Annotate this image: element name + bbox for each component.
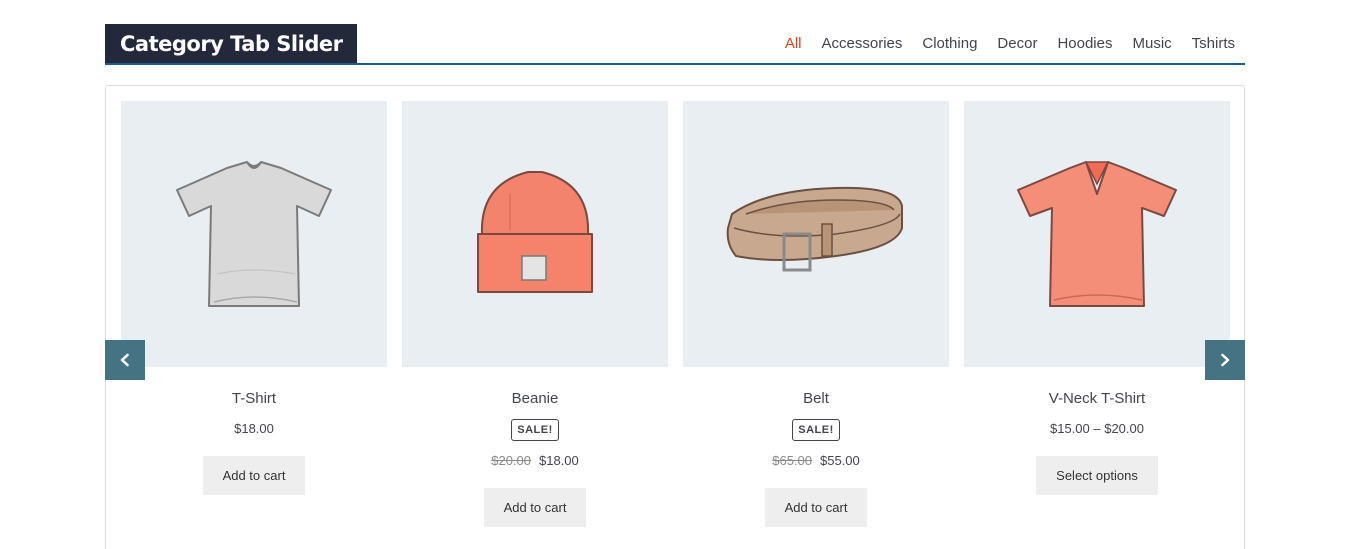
product-price: $20.00 $18.00 (402, 451, 668, 471)
section-title-box: Category Tab Slider (105, 24, 358, 63)
tab-clothing[interactable]: Clothing (912, 24, 987, 63)
current-price: $18.00 (539, 453, 579, 468)
section-title: Category Tab Slider (120, 31, 343, 56)
original-price: $65.00 (772, 453, 812, 468)
product-card: Beanie SALE! $20.00 $18.00 Add to cart (402, 101, 668, 527)
product-image[interactable] (683, 101, 949, 367)
sale-badge: SALE! (511, 419, 559, 441)
category-tabs: All Accessories Clothing Decor Hoodies M… (774, 24, 1245, 65)
product-slider: T-Shirt $18.00 Add to cart Beanie SALE! … (105, 85, 1245, 549)
select-options-button[interactable]: Select options (1036, 456, 1158, 495)
current-price: $18.00 (234, 421, 274, 436)
product-image[interactable] (402, 101, 668, 367)
tab-music[interactable]: Music (1122, 24, 1181, 63)
product-image[interactable] (964, 101, 1230, 367)
beanie-coral-icon (477, 171, 593, 293)
product-name[interactable]: Beanie (402, 389, 668, 409)
product-name[interactable]: V-Neck T-Shirt (964, 389, 1230, 409)
tab-accessories[interactable]: Accessories (812, 24, 913, 63)
product-card: T-Shirt $18.00 Add to cart (121, 101, 387, 495)
tab-decor[interactable]: Decor (987, 24, 1047, 63)
current-price: $55.00 (820, 453, 860, 468)
add-to-cart-button[interactable]: Add to cart (483, 488, 587, 527)
product-name[interactable]: T-Shirt (121, 389, 387, 409)
original-price: $20.00 (491, 453, 531, 468)
sale-badge: SALE! (792, 419, 840, 441)
product-card: V-Neck T-Shirt $15.00 – $20.00 Select op… (964, 101, 1230, 495)
slider-prev-button[interactable] (105, 340, 145, 380)
product-card: Belt SALE! $65.00 $55.00 Add to cart (683, 101, 949, 527)
tab-hoodies[interactable]: Hoodies (1047, 24, 1122, 63)
slider-next-button[interactable] (1205, 340, 1245, 380)
chevron-left-icon (120, 353, 129, 367)
section-header: Category Tab Slider All Accessories Clot… (105, 24, 1245, 65)
current-price: $15.00 – $20.00 (1050, 421, 1144, 436)
product-name[interactable]: Belt (683, 389, 949, 409)
tab-tshirts[interactable]: Tshirts (1182, 24, 1245, 63)
tshirt-grey-icon (176, 161, 332, 307)
chevron-right-icon (1221, 353, 1230, 367)
tab-all[interactable]: All (774, 24, 812, 65)
product-price: $18.00 (121, 419, 387, 439)
belt-tan-icon (726, 186, 903, 272)
header-divider (105, 63, 1245, 65)
add-to-cart-button[interactable]: Add to cart (764, 488, 868, 527)
product-image[interactable] (121, 101, 387, 367)
vneck-tshirt-coral-icon (1017, 161, 1177, 307)
product-price: $15.00 – $20.00 (964, 419, 1230, 439)
add-to-cart-button[interactable]: Add to cart (202, 456, 306, 495)
product-price: $65.00 $55.00 (683, 451, 949, 471)
